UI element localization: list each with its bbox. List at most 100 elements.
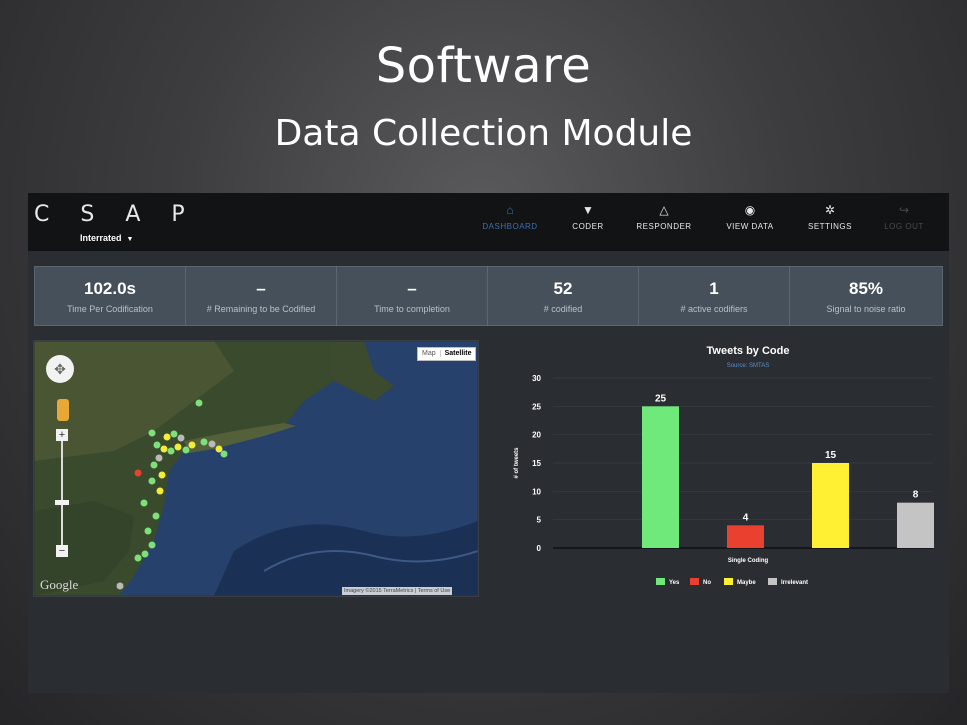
map-marker xyxy=(116,582,124,590)
gear-icon: ✲ xyxy=(824,203,836,217)
chevron-down-icon: ▼ xyxy=(126,236,134,243)
map-marker xyxy=(220,450,228,458)
stat-label: Signal to noise ratio xyxy=(826,304,906,314)
chart-svg: Tweets by Code Source: SMTAS 0 5 10 15 20 25 30 #… xyxy=(514,345,934,586)
bar-value-label: 25 xyxy=(655,393,667,404)
y-tick-label: 5 xyxy=(537,516,542,525)
logout-icon: ↪ xyxy=(898,203,910,217)
stat-label: # codified xyxy=(543,304,583,314)
map-marker xyxy=(134,554,142,562)
stat-time-to-completion: – Time to completion xyxy=(337,267,488,325)
project-selector-label: Interrated xyxy=(80,233,122,243)
legend-swatch-no xyxy=(690,578,699,585)
legend-label-maybe: Maybe xyxy=(737,580,756,586)
nav-responder-label: RESPONDER xyxy=(636,222,692,231)
tweet-map[interactable]: ✥ + − Map Satellite Google Imagery ©2015 … xyxy=(33,340,479,597)
stats-bar: 102.0s Time Per Codification – # Remaini… xyxy=(34,266,943,326)
tweet-markers xyxy=(116,399,228,590)
map-marker xyxy=(167,447,175,455)
nav-coder[interactable]: ▼ CODER xyxy=(548,193,628,251)
map-marker xyxy=(148,541,156,549)
stat-signal-to-noise: 85% Signal to noise ratio xyxy=(790,267,942,325)
nav-log-out[interactable]: ↪ LOG OUT xyxy=(864,193,944,251)
stat-value: 102.0s xyxy=(84,279,136,298)
map-marker xyxy=(177,434,185,442)
legend-label-irrelevant: Irrelevant xyxy=(781,580,808,586)
bar-maybe xyxy=(812,463,849,548)
bar-value-label: 15 xyxy=(825,450,837,461)
map-marker xyxy=(156,487,164,495)
map-marker xyxy=(155,454,163,462)
map-marker xyxy=(152,512,160,520)
y-tick-label: 30 xyxy=(532,374,541,383)
eye-icon: ◉ xyxy=(744,203,756,217)
empty-dashboard-area xyxy=(28,605,949,693)
bar-value-label: 8 xyxy=(913,490,919,501)
top-navbar: C S A P Interrated ▼ ⌂ DASHBOARD ▼ CODER … xyxy=(28,193,949,251)
nav-log-out-label: LOG OUT xyxy=(884,222,924,231)
stat-remaining: – # Remaining to be Codified xyxy=(186,267,337,325)
y-tick-label: 10 xyxy=(532,487,541,496)
stat-codified: 52 # codified xyxy=(488,267,639,325)
map-marker xyxy=(195,399,203,407)
map-marker xyxy=(170,430,178,438)
map-marker xyxy=(148,477,156,485)
map-marker xyxy=(215,445,223,453)
filter-icon: ▼ xyxy=(582,203,594,217)
project-selector[interactable]: Interrated ▼ xyxy=(80,233,133,243)
bar-irrelevant xyxy=(897,502,934,548)
nav-view-data[interactable]: ◉ VIEW DATA xyxy=(710,193,790,251)
map-marker xyxy=(141,550,149,558)
legend-swatch-maybe xyxy=(724,578,733,585)
stat-value: 85% xyxy=(848,279,884,298)
nav-dashboard-label: DASHBOARD xyxy=(482,222,538,231)
map-marker xyxy=(144,527,152,535)
y-tick-label: 0 xyxy=(537,544,542,553)
y-axis-label: # of tweets xyxy=(514,447,520,479)
chart-subtitle: Source: SMTAS xyxy=(727,363,770,369)
map-marker xyxy=(200,438,208,446)
map-marker xyxy=(182,446,190,454)
bar-no xyxy=(727,525,764,548)
nav-responder[interactable]: △ RESPONDER xyxy=(624,193,704,251)
map-marker xyxy=(158,471,166,479)
bar-value-label: 4 xyxy=(743,512,749,523)
map-marker xyxy=(208,440,216,448)
map-marker xyxy=(140,499,148,507)
bar-yes xyxy=(642,406,679,548)
nav-settings[interactable]: ✲ SETTINGS xyxy=(790,193,870,251)
tweets-by-code-chart: Tweets by Code Source: SMTAS 0 5 10 15 20 25 30 #… xyxy=(498,340,943,600)
nav-settings-label: SETTINGS xyxy=(807,222,852,231)
map-marker xyxy=(174,443,182,451)
stat-label: Time Per Codification xyxy=(67,304,153,314)
home-icon: ⌂ xyxy=(506,203,514,217)
legend-swatch-irrelevant xyxy=(768,578,777,585)
legend-label-no: No xyxy=(703,580,711,586)
y-tick-label: 25 xyxy=(532,402,541,411)
stat-value: 1 xyxy=(709,279,719,298)
map-marker xyxy=(188,441,196,449)
map-marker xyxy=(153,441,161,449)
nav-coder-label: CODER xyxy=(572,222,604,231)
map-marker xyxy=(160,445,168,453)
nav-dashboard[interactable]: ⌂ DASHBOARD xyxy=(470,193,550,251)
map-marker xyxy=(148,429,156,437)
map-marker xyxy=(163,433,171,441)
stat-value: – xyxy=(407,279,417,298)
warning-icon: △ xyxy=(659,203,669,217)
stat-label: Time to completion xyxy=(374,304,450,314)
map-marker xyxy=(134,469,142,477)
map-marker xyxy=(150,461,158,469)
stat-active-codifiers: 1 # active codifiers xyxy=(639,267,790,325)
legend-swatch-yes xyxy=(656,578,665,585)
nav-view-data-label: VIEW DATA xyxy=(726,222,774,231)
chart-title: Tweets by Code xyxy=(707,345,790,357)
slide-subtitle: Data Collection Module xyxy=(274,113,693,154)
brand-logo: C S A P xyxy=(34,202,197,227)
stat-value: – xyxy=(256,279,266,298)
legend-label-yes: Yes xyxy=(669,580,680,586)
y-tick-label: 15 xyxy=(532,459,541,468)
stat-label: # Remaining to be Codified xyxy=(206,304,316,314)
x-axis-label: Single Coding xyxy=(728,558,769,564)
stat-time-per-codification: 102.0s Time Per Codification xyxy=(35,267,186,325)
